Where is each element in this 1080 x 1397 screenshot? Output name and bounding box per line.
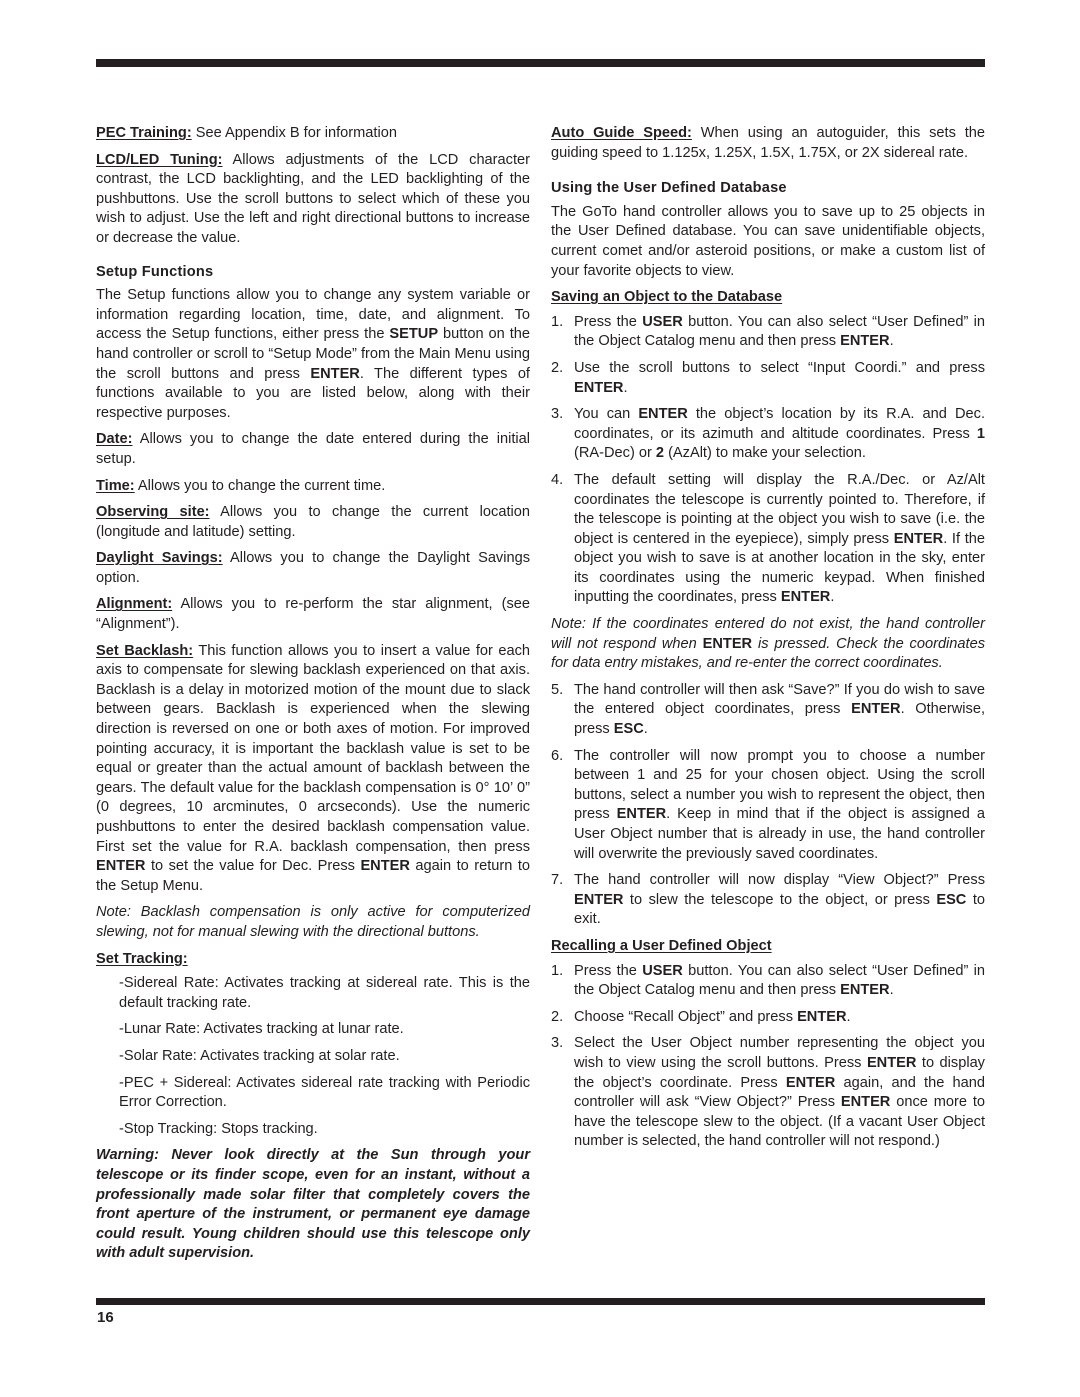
term-daylight-savings: Daylight Savings: — [96, 550, 223, 567]
list-item: 4. The default setting will display the R… — [551, 471, 985, 606]
alignment-entry: Alignment: Allows you to re-perform the … — [96, 596, 530, 633]
list-item: 1. Press the USER button. You can also se… — [551, 962, 986, 999]
term-date: Date: — [96, 431, 133, 448]
list-item: 6. The controller will now prompt you to … — [551, 747, 985, 862]
tracking-option: -Solar Rate: Activates tracking at solar… — [119, 1047, 400, 1064]
recall-steps-list: 1. Press the USER button. You can also se… — [551, 962, 985, 1152]
daylight-savings-entry: Daylight Savings: Allows you to change t… — [96, 550, 531, 586]
recalling-object-heading: Recalling a User Defined Object — [551, 937, 772, 954]
set-tracking-heading: Set Tracking: — [96, 950, 188, 967]
list-item: 2. Choose “Recall Object” and press ENTER… — [551, 1008, 851, 1025]
page-number: 16 — [97, 1309, 114, 1326]
term-time: Time: — [96, 477, 135, 494]
tracking-option: -Stop Tracking: Stops tracking. — [119, 1120, 318, 1137]
pec-training-entry: PEC Training: See Appendix B for informa… — [96, 125, 397, 141]
auto-guide-entry: Auto Guide Speed: When using an autoguid… — [551, 125, 986, 161]
list-item: 3. Select the User Object number represen… — [551, 1035, 986, 1150]
tracking-option: -PEC + Sidereal: Activates sidereal rate… — [119, 1074, 530, 1111]
list-item: 5. The hand controller will then ask “Sav… — [551, 681, 985, 738]
right-column: Auto Guide Speed: When using an autoguid… — [551, 124, 985, 1159]
saving-steps-list: 1. Press the USER button. You can also se… — [551, 313, 985, 608]
tracking-option: -Sidereal Rate: Activates tracking at si… — [119, 975, 530, 1011]
setup-intro: The Setup functions allow you to change … — [96, 287, 530, 421]
footer-rule — [96, 1298, 985, 1305]
setup-functions-heading: Setup Functions — [96, 263, 214, 280]
tracking-option: -Lunar Rate: Activates tracking at lunar… — [119, 1021, 404, 1038]
term-observing-site: Observing site: — [96, 504, 210, 521]
term-set-backlash: Set Backlash: — [96, 642, 194, 659]
list-item: 1. Press the USER button. You can also se… — [551, 313, 986, 350]
list-item: 7. The hand controller will now display “… — [551, 872, 985, 928]
list-item: 3. You can ENTER the object’s location by… — [551, 406, 985, 462]
term-alignment: Alignment: — [96, 596, 173, 613]
user-database-intro: The GoTo hand controller allows you to s… — [551, 203, 985, 279]
term-lcd-tuning: LCD/LED Tuning: — [96, 151, 223, 168]
term-pec-training: PEC Training: — [96, 125, 192, 141]
observing-site-entry: Observing site: Allows you to change the… — [96, 504, 530, 540]
saving-steps-list-continued: 5. The hand controller will then ask “Sav… — [551, 681, 985, 930]
time-entry: Time: Allows you to change the current t… — [96, 477, 386, 494]
list-item: 2. Use the scroll buttons to select “Inpu… — [551, 359, 985, 396]
user-database-heading: Using the User Defined Database — [551, 180, 787, 197]
sun-warning: Warning: Never look directly at the Sun … — [96, 1147, 530, 1262]
header-rule — [96, 59, 985, 67]
backlash-note: Note: Backlash compensation is only acti… — [96, 904, 530, 940]
lcd-tuning-entry: LCD/LED Tuning: Allows adjustments of th… — [96, 151, 530, 246]
set-backlash-entry: Set Backlash: This function allows you t… — [96, 642, 530, 894]
saving-object-heading: Saving an Object to the Database — [551, 289, 783, 306]
date-entry: Date: Allows you to change the date ente… — [96, 431, 530, 467]
coordinates-note: Note: If the coordinates entered do not … — [551, 616, 986, 672]
left-column: PEC Training: See Appendix B for informa… — [96, 124, 530, 1271]
term-auto-guide-speed: Auto Guide Speed: — [551, 125, 692, 141]
